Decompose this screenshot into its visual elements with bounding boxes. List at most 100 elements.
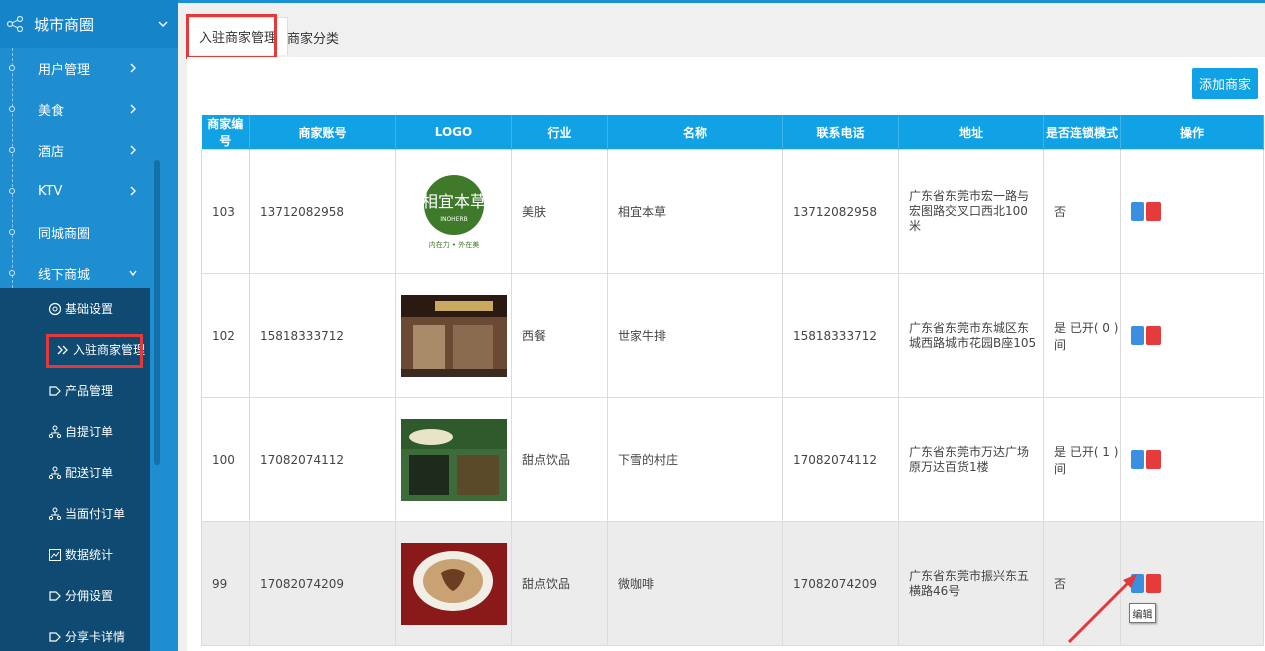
tab-bar: 入驻商家管理 商家分类	[178, 3, 1265, 56]
delete-icon[interactable]	[1146, 202, 1161, 221]
sidebar-item-label: 美食	[38, 104, 65, 119]
cell-chain: 是 已开( 0 )间	[1043, 273, 1121, 398]
cell-logo	[395, 273, 512, 398]
submenu-item-label: 产品管理	[65, 384, 114, 398]
cell-address: 广东省东莞市东城区东城西路城市花园B座105	[898, 273, 1044, 398]
chevron-right-icon	[130, 104, 136, 114]
submenu-item-basic-settings[interactable]: 基础设置	[0, 288, 150, 329]
tab-merchant-category[interactable]: 商家分类	[277, 18, 349, 56]
tag-icon	[49, 631, 61, 642]
column-header-id: 商家编号	[201, 115, 250, 150]
submenu-item-share-card[interactable]: 分享卡详情	[0, 616, 150, 651]
merchant-logo: 相宜本草 INOHERB 内在力 • 外在美	[400, 170, 507, 253]
svg-text:内在力 • 外在美: 内在力 • 外在美	[428, 240, 479, 249]
svg-text:INOHERB: INOHERB	[440, 216, 468, 223]
tree-node-dot	[9, 106, 15, 112]
sidebar-item-label: KTV	[38, 184, 63, 199]
cell-actions	[1120, 273, 1264, 398]
cell-actions	[1120, 397, 1264, 522]
merchant-photo	[400, 294, 507, 377]
cell-chain: 否	[1043, 149, 1121, 274]
cell-name: 相宜本草	[607, 149, 783, 274]
column-header-chain: 是否连锁模式	[1043, 115, 1121, 150]
merchant-table: 商家编号 商家账号 LOGO 行业 名称 联系电话 地址 是否连锁模式 操作 1…	[201, 115, 1264, 646]
cell-industry: 美肤	[511, 149, 608, 274]
submenu-item-label: 配送订单	[65, 466, 114, 480]
submenu-item-statistics[interactable]: 数据统计	[0, 534, 150, 575]
tree-node-dot	[9, 65, 15, 71]
sidebar-item-label: 线下商城	[38, 268, 91, 283]
chevron-right-icon	[130, 145, 136, 155]
submenu-item-label: 当面付订单	[65, 507, 126, 521]
column-header-industry: 行业	[511, 115, 608, 150]
column-header-phone: 联系电话	[782, 115, 899, 150]
tree-node-dot	[9, 229, 15, 235]
cell-phone: 13712082958	[782, 149, 899, 274]
cell-logo	[395, 397, 512, 522]
sidebar-title: 城市商圈	[34, 15, 95, 34]
table-header-row: 商家编号 商家账号 LOGO 行业 名称 联系电话 地址 是否连锁模式 操作	[201, 115, 1264, 150]
submenu-item-label: 自提订单	[65, 425, 114, 439]
column-header-address: 地址	[898, 115, 1044, 150]
cell-industry: 甜点饮品	[511, 521, 608, 646]
share-icon	[6, 15, 24, 33]
cell-account: 17082074112	[249, 397, 396, 522]
org-icon	[48, 466, 62, 479]
cell-phone: 15818333712	[782, 273, 899, 398]
chevron-down-icon	[158, 21, 168, 27]
org-icon	[48, 425, 62, 438]
tag-icon	[49, 385, 61, 396]
cell-actions	[1120, 149, 1264, 274]
edit-icon[interactable]	[1131, 326, 1144, 345]
submenu-item-delivery-orders[interactable]: 配送订单	[0, 452, 150, 493]
chart-icon	[49, 548, 61, 561]
cell-address: 广东省东莞市万达广场原万达百货1楼	[898, 397, 1044, 522]
cell-address: 广东省东莞市振兴东五横路46号	[898, 521, 1044, 646]
highlight-box-tab	[186, 14, 277, 59]
tree-node-dot	[9, 147, 15, 153]
sidebar: 城市商圈 用户管理 美食 酒店 KTV 同城商圈 线下商城 基础设置 入驻商家管…	[0, 0, 178, 651]
merchant-photo	[400, 542, 507, 625]
cell-id: 102	[201, 273, 250, 398]
cell-name: 世家牛排	[607, 273, 783, 398]
edit-icon[interactable]	[1131, 450, 1144, 469]
chevron-down-icon	[129, 270, 137, 277]
delete-icon[interactable]	[1146, 450, 1161, 469]
cell-chain: 是 已开( 1 )间	[1043, 397, 1121, 522]
column-header-account: 商家账号	[249, 115, 396, 150]
cell-phone: 17082074209	[782, 521, 899, 646]
sidebar-header[interactable]: 城市商圈	[0, 0, 178, 48]
cell-industry: 甜点饮品	[511, 397, 608, 522]
column-header-actions: 操作	[1120, 115, 1264, 150]
add-merchant-button[interactable]: 添加商家	[1192, 68, 1258, 99]
cell-account: 13712082958	[249, 149, 396, 274]
table-row: 103 13712082958 相宜本草 INOHERB 内在力 • 外在美 美…	[201, 149, 1264, 274]
column-header-logo: LOGO	[395, 115, 512, 150]
highlight-box-submenu	[46, 334, 143, 368]
cell-address: 广东省东莞市宏一路与宏图路交叉口西北100米	[898, 149, 1044, 274]
sidebar-scrollbar[interactable]	[154, 160, 160, 465]
submenu-item-in-person-orders[interactable]: 当面付订单	[0, 493, 150, 534]
cell-logo: 相宜本草 INOHERB 内在力 • 外在美	[395, 149, 512, 274]
tree-node-dot	[9, 270, 15, 276]
sidebar-item-label: 同城商圈	[38, 227, 91, 242]
edit-icon[interactable]	[1131, 202, 1144, 221]
cell-id: 103	[201, 149, 250, 274]
gear-icon	[48, 302, 62, 315]
submenu-item-label: 分佣设置	[65, 589, 114, 603]
submenu-item-label: 基础设置	[65, 302, 114, 316]
submenu-item-commission-settings[interactable]: 分佣设置	[0, 575, 150, 616]
annotation-arrow	[1067, 574, 1137, 644]
tree-node-dot	[9, 188, 15, 194]
delete-icon[interactable]	[1146, 326, 1161, 345]
chevron-right-icon	[130, 63, 136, 73]
submenu-item-product-management[interactable]: 产品管理	[0, 370, 150, 411]
sidebar-item-label: 用户管理	[38, 63, 91, 78]
cell-name: 微咖啡	[607, 521, 783, 646]
cell-account: 15818333712	[249, 273, 396, 398]
cell-industry: 西餐	[511, 273, 608, 398]
cell-id: 100	[201, 397, 250, 522]
table-row: 100 17082074112 甜点饮品 下雪的村庄 17082074112 广…	[201, 397, 1264, 522]
submenu-item-pickup-orders[interactable]: 自提订单	[0, 411, 150, 452]
delete-icon[interactable]	[1146, 574, 1161, 593]
